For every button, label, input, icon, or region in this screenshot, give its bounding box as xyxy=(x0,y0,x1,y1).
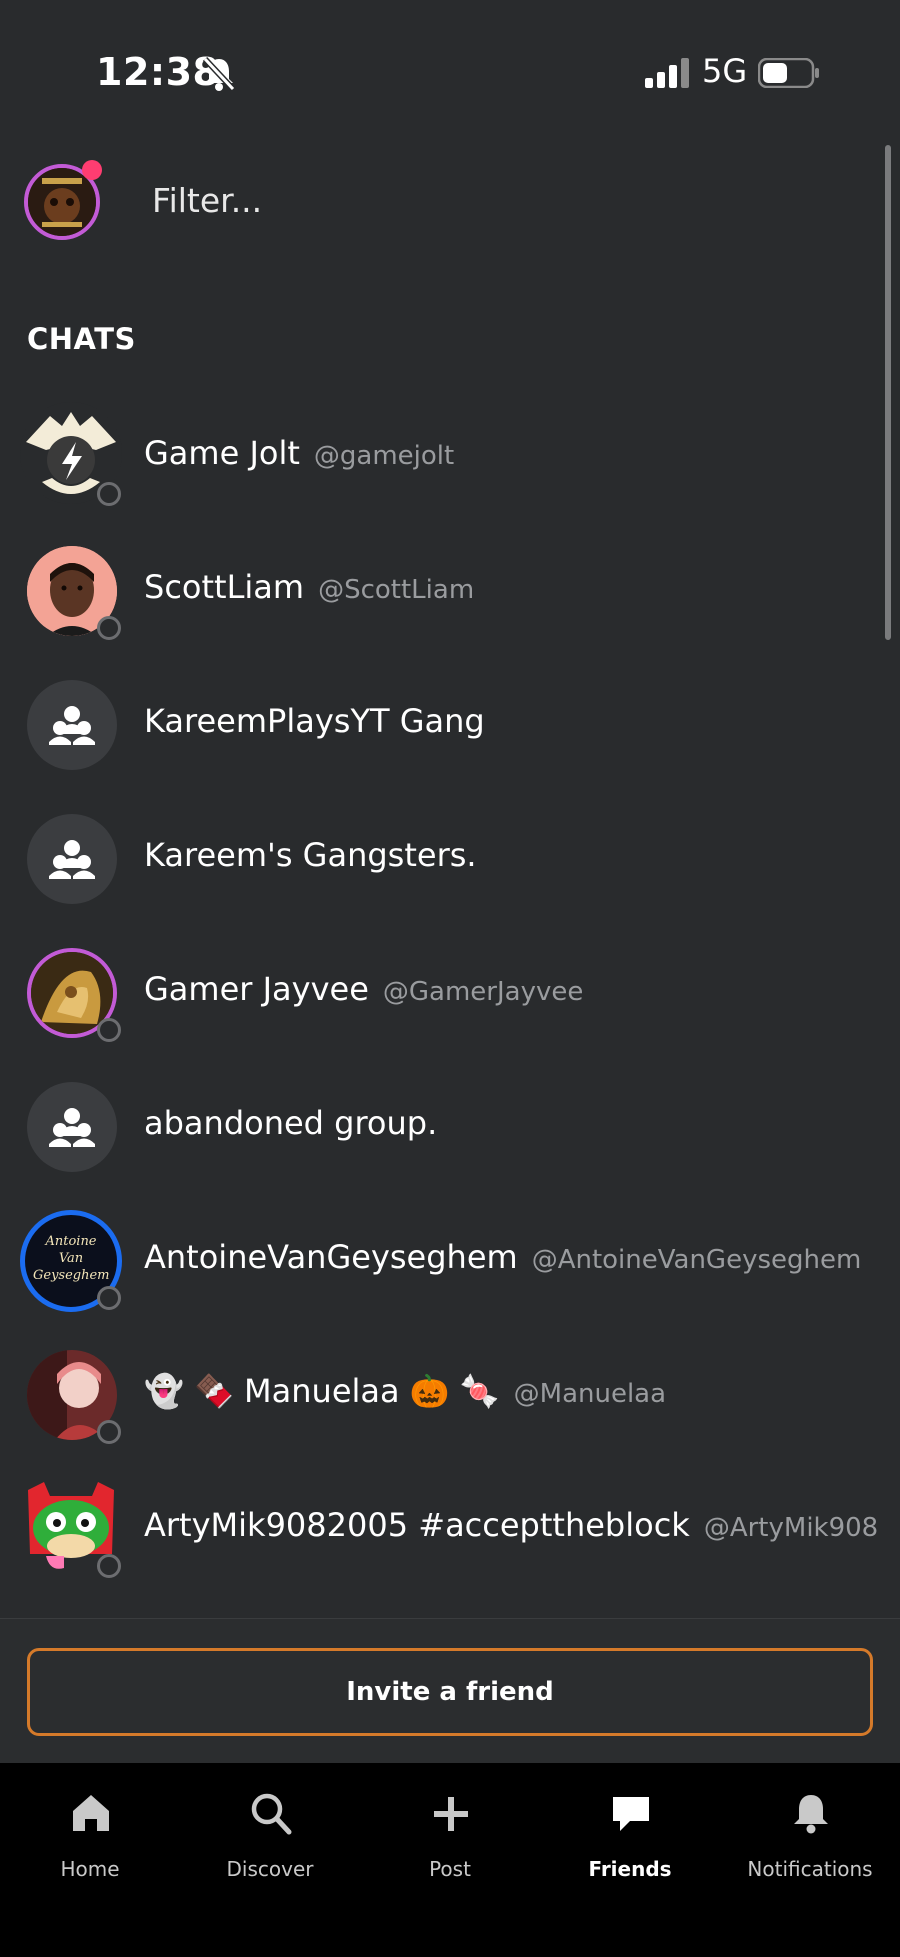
group-icon xyxy=(49,840,95,879)
chat-row[interactable]: Kareem's Gangsters. xyxy=(0,792,880,926)
invite-friend-button[interactable]: Invite a friend xyxy=(27,1648,873,1736)
search-icon xyxy=(251,1793,292,1835)
chat-row[interactable]: ScottLiam @ScottLiam xyxy=(0,524,880,658)
group-icon xyxy=(49,1108,95,1147)
tab-label: Notifications xyxy=(747,1857,873,1881)
chat-handle: @Manuelaa xyxy=(513,1379,667,1409)
chat-title: ScottLiam @ScottLiam xyxy=(144,568,475,606)
tab-notifications[interactable]: Notifications xyxy=(720,1763,900,1903)
offline-status-icon xyxy=(97,1286,121,1310)
filter-row xyxy=(0,150,880,260)
chat-handle: @ArtyMik908 xyxy=(703,1513,879,1543)
chat-title: 👻 🍫 Manuelaa 🎃 🍬 @Manuelaa xyxy=(144,1372,667,1410)
chat-row[interactable]: KareemPlaysYT Gang xyxy=(0,658,880,792)
tab-discover[interactable]: Discover xyxy=(180,1763,360,1903)
chat-title: abandoned group. xyxy=(144,1104,438,1142)
chat-row[interactable]: ArtyMik9082005 #accepttheblock @ArtyMik90… xyxy=(0,1462,880,1596)
chat-row[interactable]: 👻 🍫 Manuelaa 🎃 🍬 @Manuelaa xyxy=(0,1328,880,1462)
offline-status-icon xyxy=(97,1420,121,1444)
tab-label: Post xyxy=(429,1857,471,1881)
offline-status-icon xyxy=(97,1018,121,1042)
avatar xyxy=(27,1082,117,1172)
chat-row[interactable]: Antoine Van Geyseghem AntoineVanGeyseghe… xyxy=(0,1194,880,1328)
tab-label: Friends xyxy=(588,1857,672,1881)
plus-icon xyxy=(434,1797,468,1831)
chat-handle: @GamerJayvee xyxy=(382,977,584,1007)
chat-title: Gamer Jayvee @GamerJayvee xyxy=(144,970,584,1008)
chat-title: Kareem's Gangsters. xyxy=(144,836,477,874)
bell-icon xyxy=(794,1795,828,1834)
tab-label: Home xyxy=(60,1857,120,1881)
chat-handle: @gamejolt xyxy=(313,441,455,471)
chat-title: ArtyMik9082005 #accepttheblock @ArtyMik90… xyxy=(144,1506,879,1544)
offline-status-icon xyxy=(97,1554,121,1578)
chat-row[interactable]: abandoned group. xyxy=(0,1060,880,1194)
offline-status-icon xyxy=(97,616,121,640)
tab-label: Discover xyxy=(226,1857,314,1881)
tab-home[interactable]: Home xyxy=(0,1763,180,1903)
chat-title: AntoineVanGeyseghem @AntoineVanGeyseghem xyxy=(144,1238,862,1276)
chats-section-title: CHATS xyxy=(27,322,136,356)
home-icon xyxy=(73,1795,109,1831)
avatar-logo-text: Antoine Van Geyseghem xyxy=(33,1234,110,1283)
chat-bubble-icon xyxy=(613,1797,649,1831)
offline-status-icon xyxy=(97,482,121,506)
chat-handle: @AntoineVanGeyseghem xyxy=(531,1245,862,1275)
chat-title: Game Jolt @gamejolt xyxy=(144,434,455,472)
bell-off-icon xyxy=(202,56,236,92)
tab-friends[interactable]: Friends xyxy=(540,1763,720,1903)
notification-dot xyxy=(82,160,102,180)
tab-bar: Home Discover Post Friends Notifications xyxy=(0,1763,900,1957)
status-time: 12:38 xyxy=(96,50,220,94)
scrollbar[interactable] xyxy=(885,145,891,640)
avatar xyxy=(27,680,117,770)
avatar xyxy=(27,814,117,904)
status-bar: 12:38 5G xyxy=(0,0,900,150)
group-icon xyxy=(49,706,95,745)
chat-title: KareemPlaysYT Gang xyxy=(144,702,485,740)
chat-row[interactable]: Gamer Jayvee @GamerJayvee xyxy=(0,926,880,1060)
filter-input[interactable] xyxy=(140,170,764,230)
tab-post[interactable]: Post xyxy=(360,1763,540,1903)
network-label: 5G xyxy=(702,52,748,90)
chat-handle: @ScottLiam xyxy=(318,575,475,605)
chat-row[interactable]: Game Jolt @gamejolt xyxy=(0,390,880,524)
signal-icon xyxy=(645,58,689,88)
battery-icon xyxy=(758,58,819,88)
